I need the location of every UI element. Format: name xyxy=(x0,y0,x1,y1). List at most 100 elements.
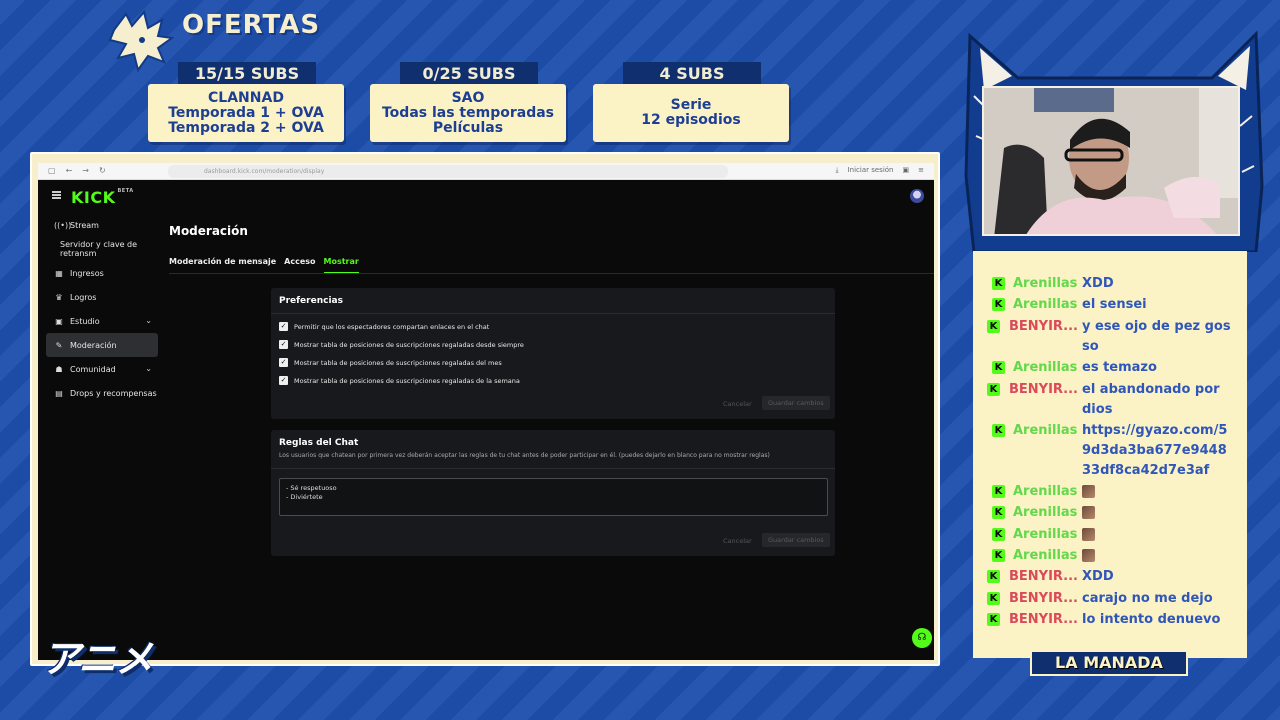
chat-username[interactable]: Arenillas xyxy=(1013,295,1077,315)
chat-username[interactable]: Arenillas xyxy=(1013,525,1077,545)
chat-username[interactable]: BENYIR... xyxy=(1009,567,1078,587)
offer-card-sao: 0/25 SUBS SAO Todas las temporadas Pelíc… xyxy=(370,62,566,142)
tab-message-moderation[interactable]: Moderación de mensaje xyxy=(169,257,276,274)
studio-icon: ▣ xyxy=(55,316,63,326)
sidebar-item-server-key[interactable]: Servidor y clave de retransm xyxy=(46,237,158,261)
checkbox-checked[interactable]: ✓ xyxy=(279,358,288,367)
chat-username[interactable]: BENYIR... xyxy=(1009,317,1078,337)
sidebar-item-label: Servidor y clave de retransm xyxy=(60,240,138,258)
chat-text: lo intento denuevo xyxy=(1082,612,1221,627)
offer-card-clannad: 15/15 SUBS CLANNAD Temporada 1 + OVA Tem… xyxy=(148,62,344,142)
save-changes-button[interactable]: Guardar cambios xyxy=(762,396,830,410)
download-icon[interactable]: ⤓ xyxy=(835,166,838,175)
chat-username[interactable]: BENYIR... xyxy=(1009,380,1078,400)
kick-badge-icon: K xyxy=(992,424,1005,437)
preference-option[interactable]: ✓ Permitir que los espectadores comparta… xyxy=(279,322,489,331)
sidebar-item-drops[interactable]: ▤ Drops y recompensas xyxy=(46,381,158,405)
kick-badge-icon: K xyxy=(992,277,1005,290)
offer-sub-goal: 0/25 SUBS xyxy=(400,62,538,86)
preference-option[interactable]: ✓ Mostrar tabla de posiciones de suscrip… xyxy=(279,376,520,385)
chat-text: el sensei xyxy=(1082,297,1147,312)
offer-line: SAO xyxy=(451,89,485,106)
chat-username[interactable]: Arenillas xyxy=(1013,274,1077,294)
address-bar[interactable]: dashboard.kick.com/moderation/display xyxy=(168,165,728,178)
option-label: Permitir que los espectadores compartan … xyxy=(294,322,490,331)
chat-username[interactable]: Arenillas xyxy=(1013,546,1077,566)
tab-access[interactable]: Acceso xyxy=(284,257,315,274)
chat-emote xyxy=(1082,525,1232,548)
checkbox-checked[interactable]: ✓ xyxy=(279,376,288,385)
chat-username[interactable]: Arenillas xyxy=(1013,482,1077,502)
chevron-down-icon[interactable]: ⌄ xyxy=(145,316,152,325)
beta-badge: BETA xyxy=(117,188,134,194)
chat-username[interactable]: BENYIR... xyxy=(1009,589,1078,609)
offer-line: Temporada 1 + OVA xyxy=(168,104,324,121)
kick-badge-icon: K xyxy=(987,570,1000,583)
option-label: Mostrar tabla de posiciones de suscripci… xyxy=(294,358,502,367)
login-link[interactable]: Iniciar sesión xyxy=(848,166,894,175)
avatar[interactable] xyxy=(910,189,924,203)
cancel-button[interactable]: Cancelar xyxy=(723,400,752,408)
option-label: Mostrar tabla de posiciones de suscripci… xyxy=(294,340,524,349)
chat-emote xyxy=(1082,503,1232,526)
chat-link[interactable]: https://gyazo.com/59d3da3ba677e944833df8… xyxy=(1082,421,1232,481)
chat-panel: K Arenillas XDD K Arenillas el sensei K … xyxy=(973,251,1247,658)
chevron-down-icon[interactable]: ⌄ xyxy=(145,364,152,373)
moderation-tabs: Moderación de mensaje Acceso Mostrar xyxy=(169,257,359,274)
sidebar-item-achievements[interactable]: ♛ Logros xyxy=(46,285,158,309)
checkbox-checked[interactable]: ✓ xyxy=(279,340,288,349)
sidebar-item-income[interactable]: ▦ Ingresos xyxy=(46,261,158,285)
kick-logo-text: KICK xyxy=(71,188,116,207)
webcam-feed xyxy=(982,86,1240,236)
kick-badge-icon: K xyxy=(992,361,1005,374)
browser-toolbar: ▢ ← → ↻ dashboard.kick.com/moderation/di… xyxy=(38,163,934,180)
hamburger-menu-icon[interactable] xyxy=(52,191,61,199)
sidebar-item-moderation[interactable]: ✎ Moderación xyxy=(46,333,158,357)
chat-text: XDD xyxy=(1082,276,1114,291)
tab-display[interactable]: Mostrar xyxy=(323,257,359,274)
page-title: Moderación xyxy=(169,224,248,238)
offer-line: 12 episodios xyxy=(641,112,741,128)
preference-option[interactable]: ✓ Mostrar tabla de posiciones de suscrip… xyxy=(279,358,502,367)
chat-emote xyxy=(1082,546,1232,569)
reload-icon[interactable]: ↻ xyxy=(99,166,106,175)
kick-badge-icon: K xyxy=(987,383,1000,396)
kick-badge-icon: K xyxy=(992,298,1005,311)
sidebar-item-stream[interactable]: ((•)) Stream xyxy=(46,213,158,237)
tab-square-icon[interactable]: ▢ xyxy=(48,166,56,175)
stream-icon: ((•)) xyxy=(54,220,72,230)
sidebar-item-studio[interactable]: ▣ Estudio ⌄ xyxy=(46,309,158,333)
save-changes-button[interactable]: Guardar cambios xyxy=(762,533,830,547)
preferences-panel: Preferencias ✓ Permitir que los espectad… xyxy=(271,288,835,419)
kick-badge-icon: K xyxy=(992,485,1005,498)
sidebar-item-community[interactable]: ☗ Comunidad ⌄ xyxy=(46,357,158,381)
trophy-icon: ♛ xyxy=(55,292,63,302)
panel-description: Los usuarios que chatean por primera vez… xyxy=(279,452,770,459)
back-arrow-icon[interactable]: ← xyxy=(66,166,73,175)
kick-badge-icon: K xyxy=(992,506,1005,519)
emote-icon xyxy=(1082,528,1095,541)
menu-icon[interactable]: ≡ xyxy=(918,166,924,175)
extensions-icon[interactable]: ▣ xyxy=(903,166,910,175)
sidebar-item-label: Stream xyxy=(70,220,99,230)
chat-username[interactable]: Arenillas xyxy=(1013,503,1077,523)
panel-title: Reglas del Chat xyxy=(279,438,359,448)
offer-sub-goal: 15/15 SUBS xyxy=(178,62,316,86)
chat-text: el abandonado por dios xyxy=(1082,382,1220,417)
chat-username[interactable]: Arenillas xyxy=(1013,358,1077,378)
emote-icon xyxy=(1082,485,1095,498)
chat-username[interactable]: BENYIR... xyxy=(1009,610,1078,630)
chat-username[interactable]: Arenillas xyxy=(1013,421,1077,441)
kick-logo[interactable]: KICK BETA xyxy=(71,188,134,207)
cancel-button[interactable]: Cancelar xyxy=(723,537,752,545)
sidebar: ((•)) Stream Servidor y clave de retrans… xyxy=(46,213,158,405)
forward-arrow-icon[interactable]: → xyxy=(82,166,89,175)
checkbox-checked[interactable]: ✓ xyxy=(279,322,288,331)
help-headset-icon[interactable]: ☊ xyxy=(912,628,932,648)
preference-option[interactable]: ✓ Mostrar tabla de posiciones de suscrip… xyxy=(279,340,524,349)
sidebar-item-label: Estudio xyxy=(70,316,100,326)
chat-text: y ese ojo de pez gosso xyxy=(1082,319,1231,354)
chat-rules-textarea[interactable]: - Sé respetuoso - Diviértete xyxy=(279,478,828,516)
sidebar-item-label: Drops y recompensas xyxy=(70,388,157,398)
option-label: Mostrar tabla de posiciones de suscripci… xyxy=(294,376,520,385)
